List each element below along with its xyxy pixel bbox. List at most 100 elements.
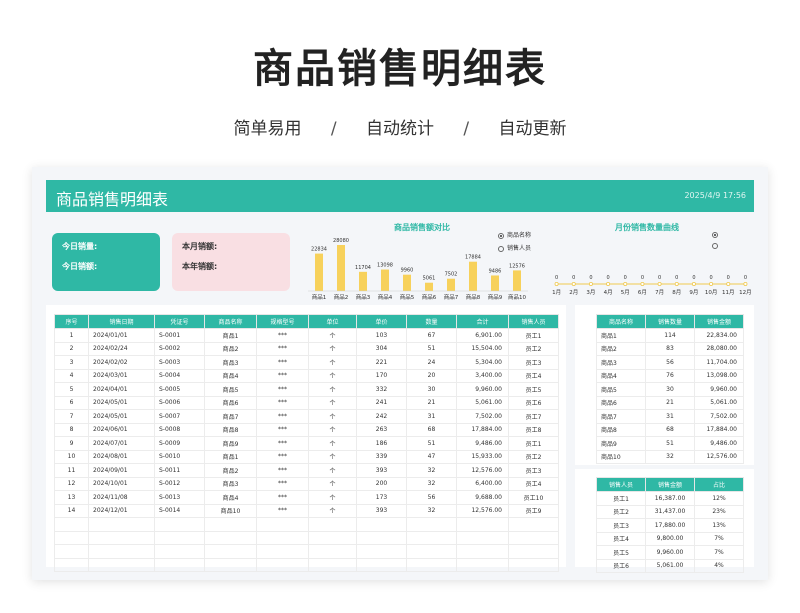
column-header[interactable]: 商品名称 xyxy=(596,314,646,329)
table-cell[interactable]: 15,933.00 xyxy=(456,449,509,464)
table-cell[interactable]: 4% xyxy=(694,558,744,573)
table-cell[interactable]: 9,800.00 xyxy=(645,531,695,546)
table-cell[interactable]: 个 xyxy=(308,395,357,410)
column-header[interactable]: 销售人员 xyxy=(508,314,559,329)
table-cell[interactable] xyxy=(308,557,357,572)
bar[interactable] xyxy=(403,274,411,291)
table-cell[interactable]: 商品4 xyxy=(596,368,646,383)
data-point[interactable] xyxy=(640,281,645,286)
data-point[interactable] xyxy=(743,281,748,286)
table-cell[interactable]: 14 xyxy=(54,503,89,518)
table-cell[interactable]: *** xyxy=(256,463,309,478)
table-row[interactable]: 10 2024/08/01 S-0010 商品1 *** 个 339 47 15,933.00 员… xyxy=(54,449,559,464)
column-header[interactable]: 单价 xyxy=(356,314,407,329)
table-cell[interactable]: S-0003 xyxy=(154,355,205,370)
table-row[interactable]: 4 2024/03/01 S-0004 商品4 *** 个 170 20 3,400.00 员工4 xyxy=(54,368,559,383)
table-cell[interactable]: S-0004 xyxy=(154,368,205,383)
table-cell[interactable]: 商品3 xyxy=(204,355,257,370)
table-cell[interactable]: 商品2 xyxy=(204,341,257,356)
table-cell[interactable]: 20 xyxy=(406,368,457,383)
table-cell[interactable]: 68 xyxy=(645,422,695,437)
table-cell[interactable]: 员工6 xyxy=(508,395,559,410)
table-cell[interactable]: 员工2 xyxy=(508,449,559,464)
table-row[interactable]: 2 2024/02/24 S-0002 商品2 *** 个 304 51 15,504.00 员工… xyxy=(54,341,559,356)
table-cell[interactable] xyxy=(204,544,257,559)
table-cell[interactable] xyxy=(256,557,309,572)
table-cell[interactable]: 商品1 xyxy=(204,449,257,464)
column-header[interactable]: 销售日期 xyxy=(88,314,155,329)
table-row[interactable] xyxy=(54,557,559,572)
table-cell[interactable]: 2024/01/01 xyxy=(88,328,155,343)
table-cell[interactable] xyxy=(54,530,89,545)
table-row[interactable]: 商品9 51 9,486.00 xyxy=(596,436,744,451)
table-cell[interactable]: 商品5 xyxy=(204,382,257,397)
table-cell[interactable]: 83 xyxy=(645,341,695,356)
table-cell[interactable]: 2024/07/01 xyxy=(88,436,155,451)
table-row[interactable]: 员工1 16,387.00 12% xyxy=(596,491,744,506)
table-cell[interactable]: 2024/03/01 xyxy=(88,368,155,383)
table-cell[interactable]: 员工2 xyxy=(508,341,559,356)
table-cell[interactable]: 5,304.00 xyxy=(456,355,509,370)
table-cell[interactable] xyxy=(356,557,407,572)
table-cell[interactable]: *** xyxy=(256,490,309,505)
table-row[interactable]: 13 2024/11/08 S-0013 商品4 *** 个 173 56 9,688.00 员工… xyxy=(54,490,559,505)
table-cell[interactable]: *** xyxy=(256,355,309,370)
table-cell[interactable] xyxy=(54,557,89,572)
table-cell[interactable]: 商品9 xyxy=(596,436,646,451)
table-cell[interactable]: 2024/02/02 xyxy=(88,355,155,370)
table-cell[interactable]: 9,960.00 xyxy=(645,545,695,560)
table-cell[interactable]: 12% xyxy=(694,491,744,506)
table-cell[interactable] xyxy=(154,530,205,545)
table-cell[interactable] xyxy=(406,517,457,532)
table-cell[interactable]: 103 xyxy=(356,328,407,343)
table-cell[interactable] xyxy=(308,544,357,559)
table-cell[interactable]: 商品4 xyxy=(204,368,257,383)
table-cell[interactable]: 24 xyxy=(406,355,457,370)
table-cell[interactable]: 员工5 xyxy=(596,545,646,560)
table-row[interactable] xyxy=(54,530,559,545)
table-cell[interactable]: 商品1 xyxy=(204,328,257,343)
table-cell[interactable] xyxy=(154,517,205,532)
table-row[interactable]: 商品3 56 11,704.00 xyxy=(596,355,744,370)
column-header[interactable]: 序号 xyxy=(54,314,89,329)
table-row[interactable]: 7 2024/05/01 S-0007 商品7 *** 个 242 31 7,502.00 员工7 xyxy=(54,409,559,424)
table-row[interactable]: 3 2024/02/02 S-0003 商品3 *** 个 221 24 5,304.00 员工3 xyxy=(54,355,559,370)
table-cell[interactable]: 9,486.00 xyxy=(456,436,509,451)
table-cell[interactable]: 32 xyxy=(406,463,457,478)
table-cell[interactable]: 2024/09/01 xyxy=(88,463,155,478)
bar[interactable] xyxy=(425,282,433,291)
table-cell[interactable]: 12,576.00 xyxy=(456,463,509,478)
table-row[interactable]: 5 2024/04/01 S-0005 商品5 *** 个 332 30 9,960.00 员工5 xyxy=(54,382,559,397)
table-cell[interactable]: *** xyxy=(256,341,309,356)
table-cell[interactable]: 员工4 xyxy=(508,476,559,491)
table-cell[interactable]: *** xyxy=(256,382,309,397)
data-point[interactable] xyxy=(726,281,731,286)
table-row[interactable]: 员工4 9,800.00 7% xyxy=(596,531,744,546)
table-cell[interactable]: 个 xyxy=(308,449,357,464)
table-cell[interactable]: 21 xyxy=(406,395,457,410)
table-cell[interactable]: 114 xyxy=(645,328,695,343)
table-row[interactable]: 商品8 68 17,884.00 xyxy=(596,422,744,437)
table-cell[interactable]: 员工2 xyxy=(596,504,646,519)
table-cell[interactable]: 商品10 xyxy=(596,449,646,464)
table-cell[interactable] xyxy=(154,544,205,559)
table-cell[interactable] xyxy=(54,517,89,532)
table-row[interactable]: 11 2024/09/01 S-0011 商品2 *** 个 393 32 12,576.00 员… xyxy=(54,463,559,478)
table-cell[interactable]: 17,884.00 xyxy=(456,422,509,437)
table-cell[interactable]: 个 xyxy=(308,463,357,478)
table-cell[interactable] xyxy=(204,517,257,532)
bar[interactable] xyxy=(381,269,389,291)
table-cell[interactable]: 2024/12/01 xyxy=(88,503,155,518)
data-point[interactable] xyxy=(571,281,576,286)
table-cell[interactable]: *** xyxy=(256,395,309,410)
table-cell[interactable]: 2024/10/01 xyxy=(88,476,155,491)
table-cell[interactable]: 170 xyxy=(356,368,407,383)
data-point[interactable] xyxy=(657,281,662,286)
table-cell[interactable]: 个 xyxy=(308,409,357,424)
table-cell[interactable]: 30 xyxy=(406,382,457,397)
table-cell[interactable]: 17,884.00 xyxy=(694,422,744,437)
table-cell[interactable]: 51 xyxy=(406,436,457,451)
table-cell[interactable]: 7 xyxy=(54,409,89,424)
bar[interactable] xyxy=(337,245,345,291)
table-cell[interactable]: 商品9 xyxy=(204,436,257,451)
